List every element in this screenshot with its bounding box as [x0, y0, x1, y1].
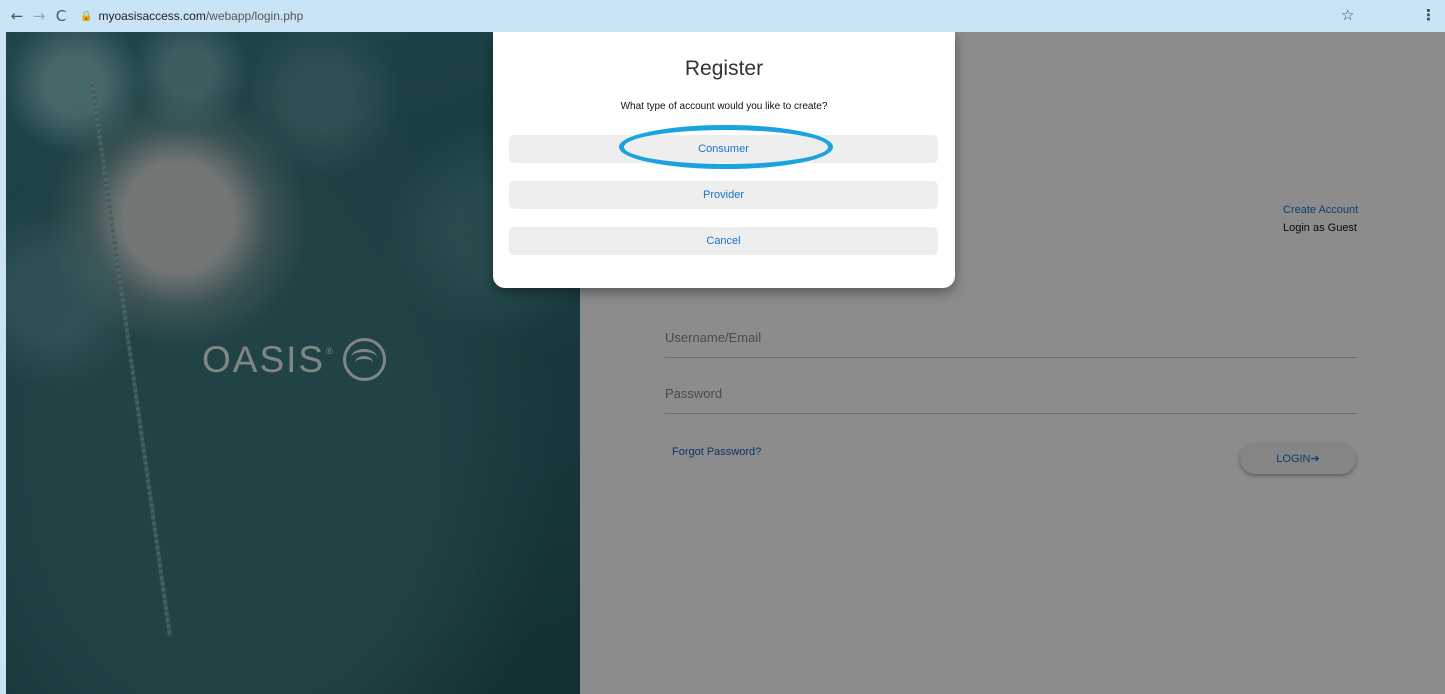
page: OASIS ® Create Account Login as Guest Us…: [6, 32, 1445, 694]
reload-icon[interactable]: C: [50, 5, 72, 27]
provider-button[interactable]: Provider: [509, 181, 938, 209]
register-dialog: Register What type of account would you …: [493, 32, 955, 288]
bookmark-star-icon[interactable]: ☆: [1341, 6, 1354, 24]
cancel-button-label: Cancel: [706, 235, 741, 247]
url-path: /webapp/login.php: [205, 9, 304, 23]
forward-arrow-icon[interactable]: →: [28, 5, 50, 27]
browser-menu-icon[interactable]: ⋮: [1421, 6, 1436, 24]
back-arrow-icon[interactable]: ←: [6, 5, 28, 27]
lock-icon: 🔒: [80, 10, 93, 22]
dialog-title: Register: [684, 57, 764, 80]
dialog-subtitle: What type of account would you like to c…: [620, 101, 828, 112]
address-bar[interactable]: 🔒 myoasisaccess.com/webapp/login.php: [80, 9, 303, 23]
url-host: myoasisaccess.com: [98, 9, 206, 23]
consumer-button[interactable]: Consumer: [509, 135, 938, 163]
cancel-button[interactable]: Cancel: [509, 227, 938, 255]
browser-toolbar: ← → C 🔒 myoasisaccess.com/webapp/login.p…: [0, 0, 1445, 32]
provider-button-label: Provider: [703, 189, 744, 201]
consumer-button-label: Consumer: [698, 143, 749, 155]
